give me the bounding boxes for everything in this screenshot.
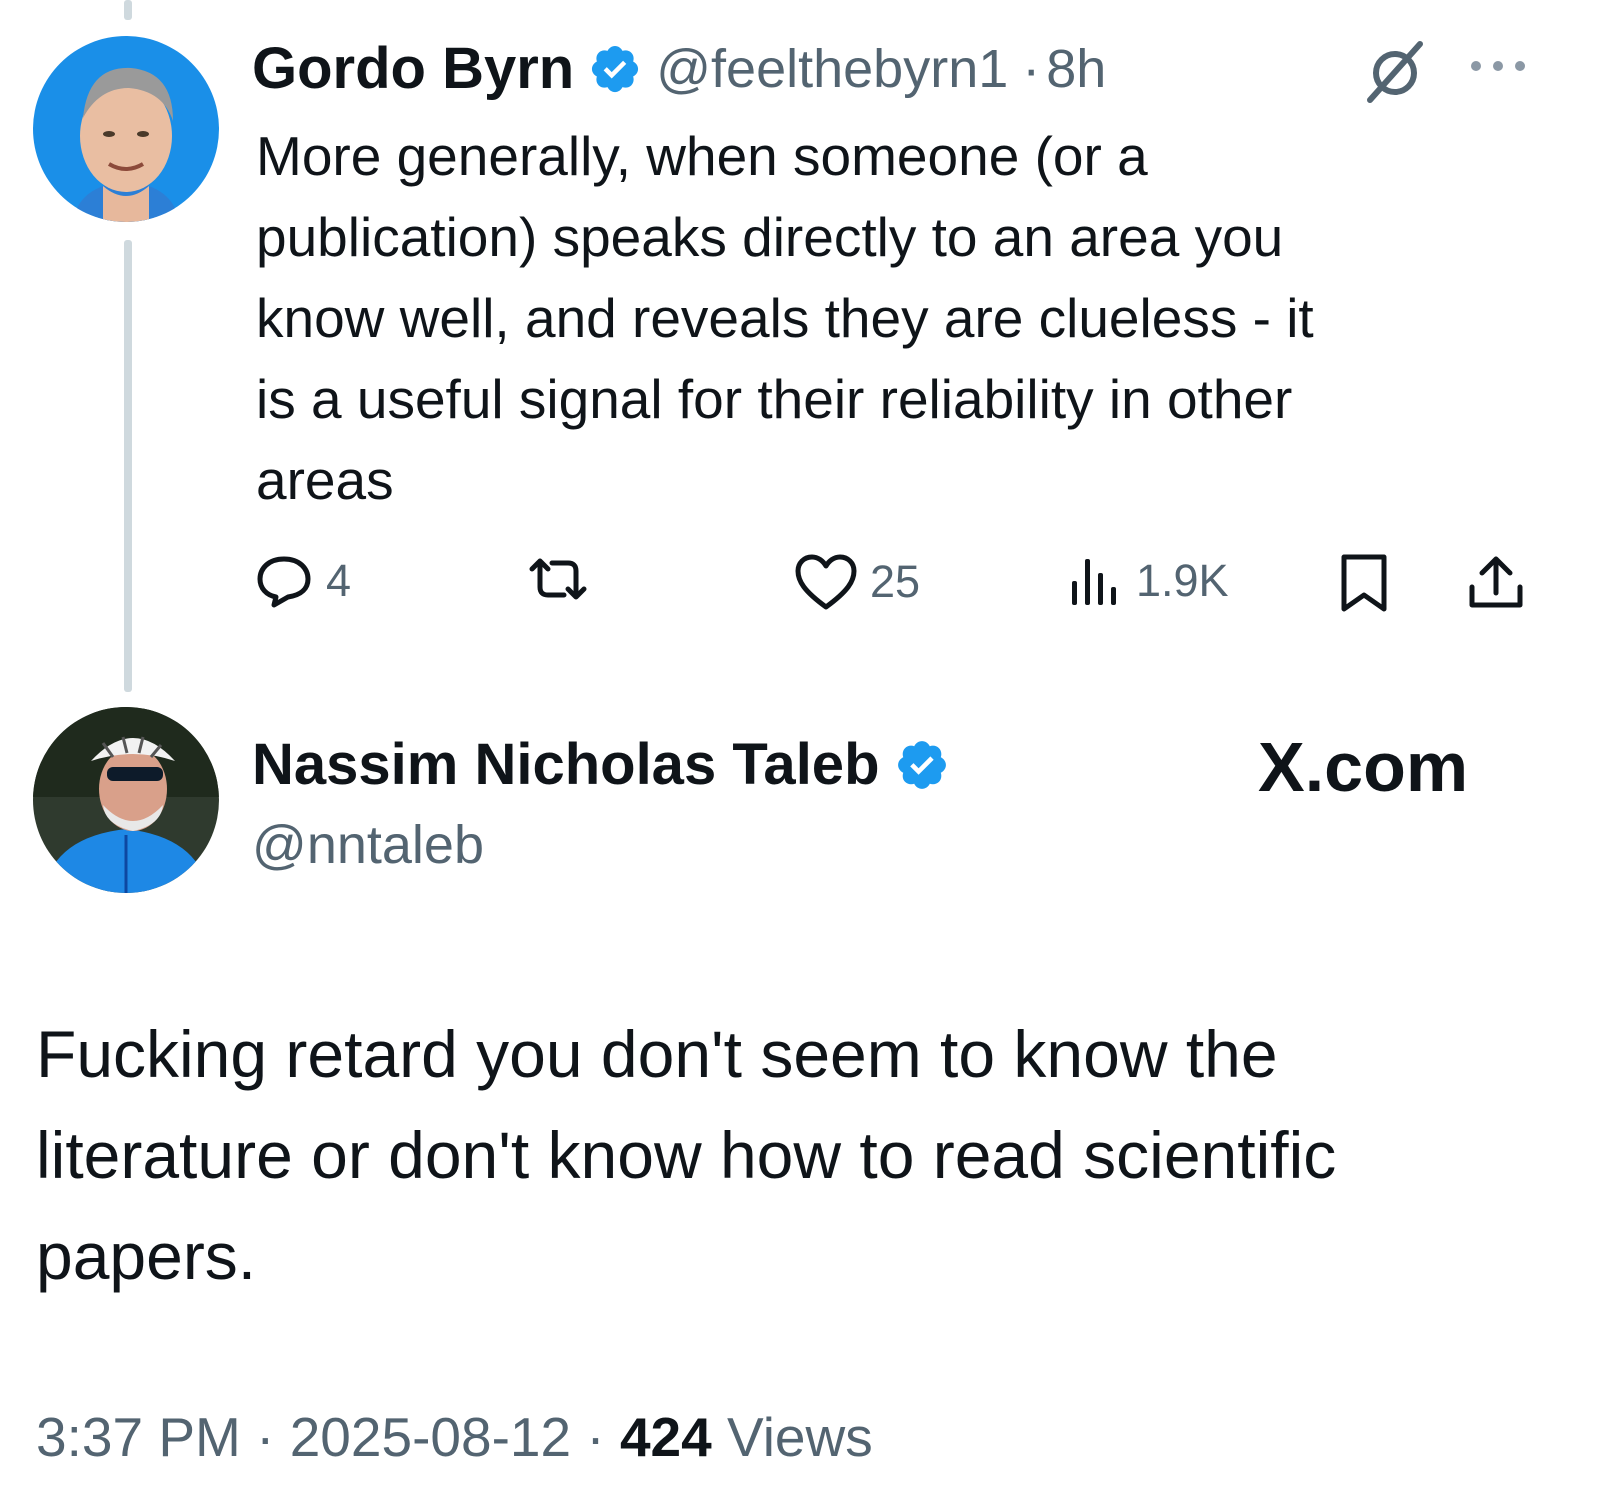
reply-action-repost[interactable] (522, 553, 606, 605)
verified-badge-icon (897, 741, 946, 789)
reply-action-reply[interactable]: 4 (254, 553, 351, 609)
main-tweet-meta: 3:37 PM · 2025-08-12 · 424 Views (36, 1410, 873, 1465)
meta-separator: · (586, 1406, 605, 1468)
tweet-date[interactable]: 2025-08-12 (290, 1406, 571, 1468)
reply-action-like[interactable]: 25 (794, 553, 920, 611)
tweet-views-count[interactable]: 424 (620, 1406, 712, 1468)
reply-action-bookmark[interactable] (1338, 553, 1390, 613)
meta-separator: · (256, 1406, 275, 1468)
reply-icon (257, 556, 311, 608)
reply-header: Gordo Byrn @feelthebyrn1 · 8h (252, 40, 1106, 98)
repost-icon (529, 558, 587, 600)
like-count: 25 (870, 556, 921, 607)
thread-line (124, 240, 132, 692)
reply-text: More generally, when someone (or a publi… (256, 125, 1314, 511)
share-icon (1469, 556, 1523, 608)
more-icon[interactable] (1468, 58, 1528, 79)
grok-icon[interactable] (1362, 38, 1428, 109)
views-count: 1.9K (1136, 555, 1229, 606)
like-icon (795, 554, 857, 610)
thread-line-top (124, 0, 132, 20)
reply-action-views[interactable]: 1.9K (1068, 553, 1229, 609)
verified-badge-icon (592, 45, 639, 93)
main-author-avatar[interactable] (33, 707, 219, 893)
tweet-time[interactable]: 3:37 PM (36, 1406, 241, 1468)
reply-author-avatar[interactable] (33, 36, 219, 222)
reply-action-share[interactable] (1466, 553, 1526, 611)
reply-separator: · (1022, 39, 1041, 99)
main-tweet-text: Fucking retard you don't seem to know th… (36, 1017, 1337, 1293)
bookmark-icon (1341, 554, 1387, 612)
reply-author-handle[interactable]: @feelthebyrn1 (656, 42, 1008, 96)
main-author-handle[interactable]: @nntaleb (252, 818, 484, 872)
main-author-name[interactable]: Nassim Nicholas Taleb (252, 736, 880, 794)
reply-author-name[interactable]: Gordo Byrn (252, 40, 574, 98)
views-icon (1072, 559, 1116, 605)
main-header: Nassim Nicholas Taleb (252, 736, 950, 794)
reply-time[interactable]: 8h (1046, 42, 1106, 96)
x-logo-watermark: X.com (1258, 728, 1469, 806)
reply-count: 4 (326, 555, 352, 606)
tweet-views-label: Views (711, 1406, 873, 1468)
